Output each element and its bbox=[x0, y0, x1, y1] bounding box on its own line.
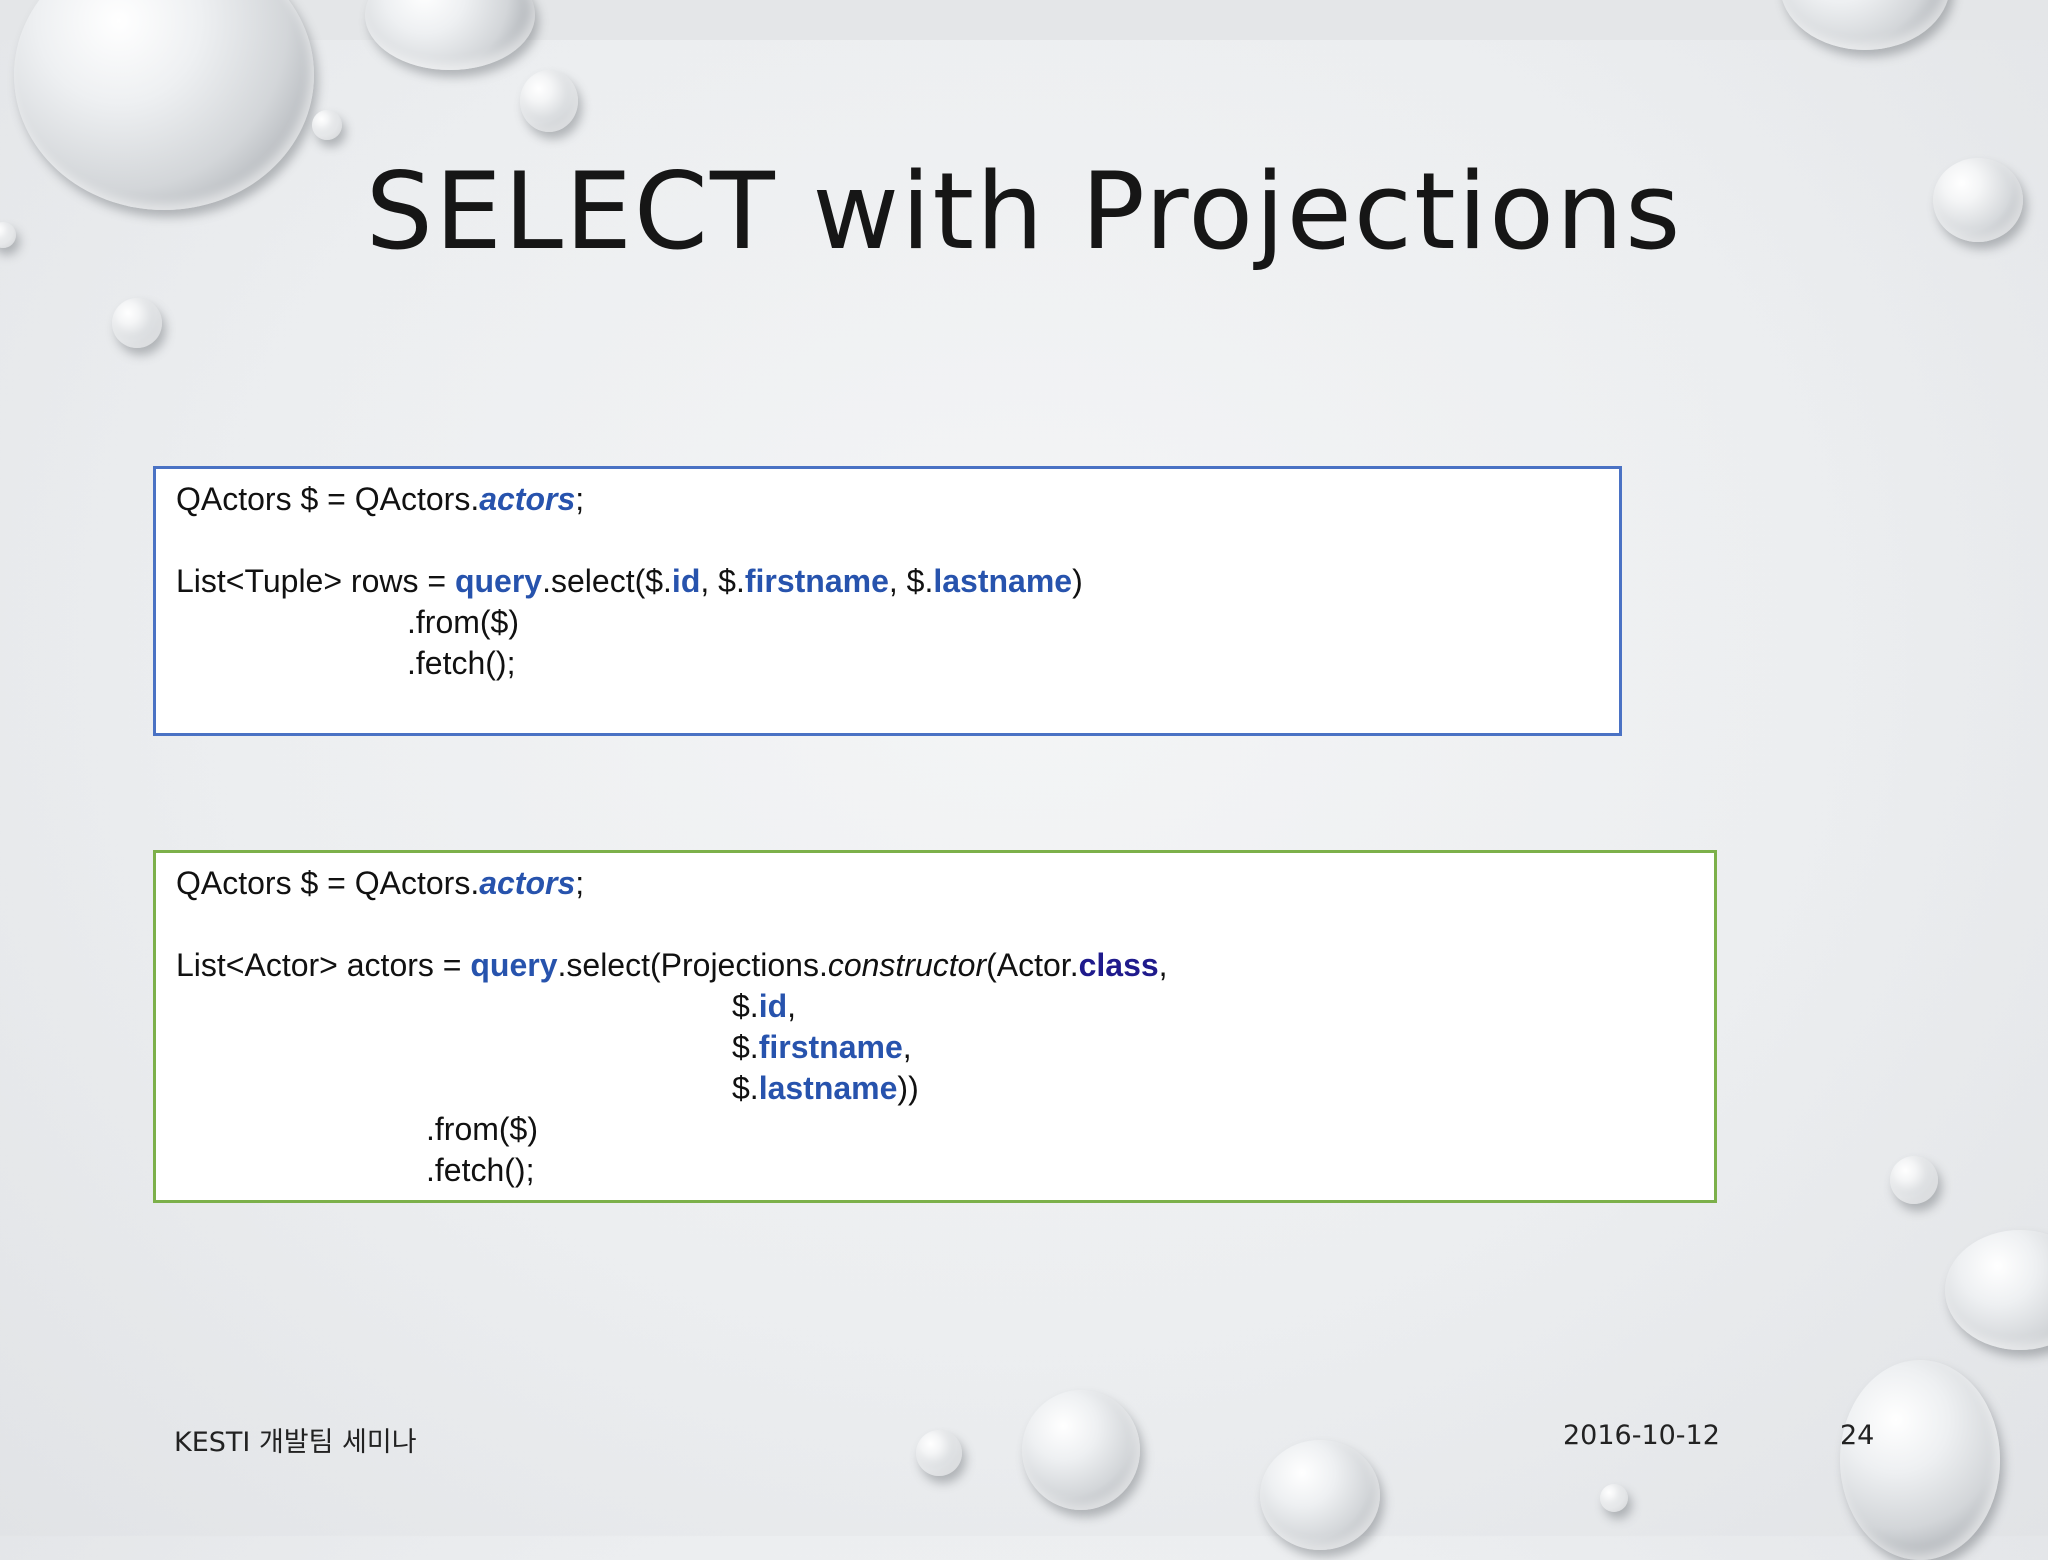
code-line: $.id, bbox=[176, 986, 1694, 1027]
code-text: .from($) bbox=[407, 604, 519, 640]
code-method: constructor bbox=[827, 947, 987, 983]
footer-date: 2016-10-12 bbox=[1563, 1420, 1720, 1451]
slide-number: 24 bbox=[1840, 1420, 1875, 1451]
code-text: List<Tuple> rows = bbox=[176, 563, 455, 599]
code-field: query bbox=[470, 947, 558, 983]
code-field: id bbox=[758, 988, 788, 1024]
water-drop bbox=[312, 110, 342, 140]
code-text: QActors $ = QActors. bbox=[176, 481, 480, 517]
water-drop bbox=[1945, 1230, 2048, 1350]
code-text: List<Actor> actors = bbox=[176, 947, 471, 983]
code-field: query bbox=[454, 563, 543, 599]
water-drop bbox=[1890, 1156, 1938, 1204]
water-drop bbox=[1022, 1390, 1140, 1510]
code-line: .from($) bbox=[176, 1109, 1694, 1150]
code-line: List<Actor> actors = query.select(Projec… bbox=[176, 945, 1694, 986]
water-drop bbox=[365, 0, 535, 70]
water-drop bbox=[112, 298, 162, 348]
code-text: , bbox=[1158, 947, 1168, 983]
code-text: )) bbox=[897, 1070, 919, 1106]
water-drop bbox=[520, 70, 578, 132]
code-text: , $. bbox=[888, 563, 934, 599]
code-line: $.lastname)) bbox=[176, 1068, 1694, 1109]
code-block-tuple: QActors $ = QActors.actors; List<Tuple> … bbox=[153, 466, 1622, 736]
code-line: .fetch(); bbox=[176, 1150, 1694, 1191]
code-text: $. bbox=[732, 1070, 759, 1106]
code-text: , $. bbox=[700, 563, 745, 599]
water-drop bbox=[1260, 1440, 1380, 1550]
code-text: ; bbox=[575, 865, 585, 901]
water-drop bbox=[1780, 0, 1950, 50]
code-line: .fetch(); bbox=[176, 643, 1599, 684]
water-drop bbox=[916, 1430, 962, 1476]
water-drop bbox=[1600, 1484, 1628, 1512]
code-field: firstname bbox=[744, 563, 889, 599]
code-text: ; bbox=[575, 481, 585, 517]
code-text: QActors $ = QActors. bbox=[176, 865, 480, 901]
code-text: $. bbox=[732, 988, 759, 1024]
code-text: .fetch(); bbox=[426, 1152, 535, 1188]
code-text: .select($. bbox=[542, 563, 672, 599]
code-text: .select(Projections. bbox=[557, 947, 828, 983]
code-field: id bbox=[671, 563, 701, 599]
code-text: $. bbox=[732, 1029, 759, 1065]
code-field: lastname bbox=[758, 1070, 898, 1106]
code-text: .fetch(); bbox=[407, 645, 516, 681]
code-text: , bbox=[787, 988, 797, 1024]
code-line: QActors $ = QActors.actors; bbox=[176, 479, 1599, 520]
code-line: $.firstname, bbox=[176, 1027, 1694, 1068]
code-block-constructor: QActors $ = QActors.actors; List<Actor> … bbox=[153, 850, 1717, 1203]
code-field: firstname bbox=[758, 1029, 903, 1065]
code-line: .from($) bbox=[176, 602, 1599, 643]
code-keyword: class bbox=[1078, 947, 1159, 983]
water-drop bbox=[1840, 1360, 2000, 1560]
code-text: , bbox=[902, 1029, 912, 1065]
code-text: ) bbox=[1072, 563, 1083, 599]
code-line: QActors $ = QActors.actors; bbox=[176, 863, 1694, 904]
code-text: (Actor. bbox=[986, 947, 1079, 983]
code-line: List<Tuple> rows = query.select($.id, $.… bbox=[176, 561, 1599, 602]
code-field: actors bbox=[479, 865, 576, 901]
code-text: .from($) bbox=[426, 1111, 538, 1147]
code-field: lastname bbox=[933, 563, 1073, 599]
slide-title: SELECT with Projections bbox=[365, 150, 1683, 273]
code-field: actors bbox=[479, 481, 576, 517]
footer-seminar-label: KESTI 개발팀 세미나 bbox=[174, 1427, 417, 1458]
